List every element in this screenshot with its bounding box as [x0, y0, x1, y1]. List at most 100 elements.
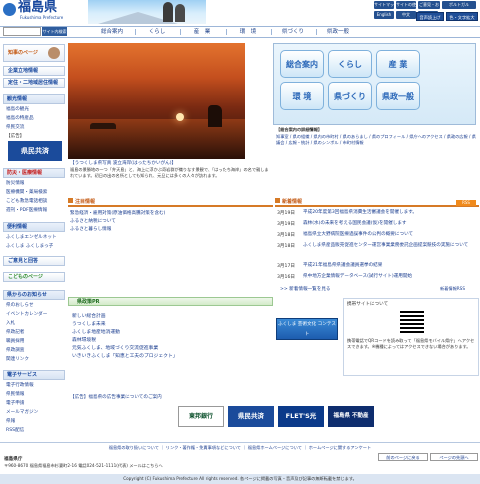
hero-caption: 【うつくしま県写真 波立海岸(はったちかいがん)】	[70, 161, 177, 166]
sidebar-item-mailmag[interactable]: メールマガジン	[6, 409, 38, 415]
sidebar-item-press[interactable]: 県政記者	[6, 329, 24, 335]
news-icon	[275, 198, 280, 203]
logo-text[interactable]: 福島県	[18, 1, 57, 15]
sidebar-item-rss[interactable]: RSS配信	[6, 427, 24, 433]
tile-environment[interactable]: 環 境	[280, 82, 324, 110]
news-rss-link[interactable]: 新着情報RSS	[440, 286, 465, 292]
site-usage-link[interactable]: サイトの使い方	[396, 1, 416, 15]
mobile-title: 携帯サイトについて	[347, 302, 389, 307]
pr-item[interactable]: 元気ふくしま、地域づくり交流促進事業	[72, 344, 158, 351]
rss-badge[interactable]: RSS	[456, 200, 476, 206]
sidebar-item-bids[interactable]: 入札	[6, 320, 15, 326]
news-date: 3月19日	[277, 222, 295, 227]
kids-page-link[interactable]: こどものページ	[3, 272, 65, 282]
news-link[interactable]: 平成21年福島県県議会議員選挙の結果	[303, 263, 479, 269]
nav-administration[interactable]: 県政一般	[318, 27, 358, 37]
sidebar-item-e-apply[interactable]: 電子申請	[6, 400, 24, 406]
ad-flets[interactable]: FLET'S光	[278, 406, 324, 427]
pr-item[interactable]: 森林環境税	[72, 336, 96, 343]
pr-item[interactable]: ふくしま地産地消運動	[72, 328, 120, 335]
news-link[interactable]: 県中地方企業情報データベース(試行サイト)運用開始	[303, 274, 479, 280]
tile-general[interactable]: 総合案内	[280, 50, 324, 78]
nav-industry[interactable]: 産 業	[182, 27, 222, 37]
footer-links[interactable]: 福島県の取り扱いについて ｜ リンク・著作権・免責事項などについて ｜ 福島県ホ…	[0, 442, 480, 451]
search-button[interactable]: サイト内検索	[42, 27, 67, 36]
nav-general[interactable]: 総合案内	[92, 27, 132, 37]
news-link[interactable]: 平成20年度第3回福島県消費生活審議会を開催します。	[303, 210, 479, 216]
tile-administration[interactable]: 県政一般	[376, 82, 420, 110]
governor-page-link[interactable]: 知事のページ	[3, 44, 65, 62]
notice-item[interactable]: ふるさと納税について	[70, 218, 116, 224]
nav-prefecture-building[interactable]: 県づくり	[273, 27, 313, 37]
footer-address: 〒960-8670 福島県福島市杉妻町2-16 電話024-521-1111(代…	[4, 463, 163, 468]
sidebar-item-events[interactable]: イベントカレンダー	[6, 311, 47, 317]
sidebar-item-angel-net[interactable]: ふくしまエンゼルネット	[6, 234, 57, 240]
hero-description: 福島の景勝地の一つ「弁天島」と、海上に浮かぶ奇岩群が織りなす景観で、「はったち海…	[70, 167, 269, 178]
search-input[interactable]	[3, 27, 41, 36]
governor-avatar	[48, 47, 60, 59]
sitemap-link[interactable]: サイトマップ	[374, 1, 394, 15]
sidebar-item-fukushimakko[interactable]: ふくしま ふくしまっ子	[6, 243, 53, 249]
sidebar-item-recruit[interactable]: 職員採用	[6, 338, 24, 344]
nav-environment[interactable]: 環 境	[228, 27, 268, 37]
sidebar-item-specialty[interactable]: 福島の特産品	[6, 115, 34, 121]
news-date: 3月18日	[277, 233, 295, 238]
chinese-link[interactable]: 中文	[396, 11, 416, 19]
settlement-info-link[interactable]: 定住・二地域居住情報	[3, 78, 65, 88]
notice-section-title: 注目情報	[68, 198, 273, 207]
ad-real-estate[interactable]: 福島県 不動産	[328, 406, 374, 427]
business-location-link[interactable]: 企業立地情報	[3, 66, 65, 76]
sidebar-item-exchange[interactable]: 県民交流	[6, 124, 24, 130]
sidebar-item-child-emergency[interactable]: こども救急電話相談	[6, 198, 47, 204]
news-date: 3月16日	[277, 275, 295, 280]
ad-kenmin-kyosai[interactable]: 県民共済	[228, 406, 274, 427]
portuguese-link[interactable]: ポルトガル	[442, 1, 476, 9]
art-contest-banner[interactable]: ふくしま 芸術文化 コンテスト	[276, 318, 338, 340]
tile-industry[interactable]: 産 業	[376, 50, 420, 78]
sidebar-item-links[interactable]: 関連リンク	[6, 356, 29, 362]
news-link[interactable]: ふくしま県産品販売促進センター運営事業業務委託企画提案競技の実施について	[303, 243, 479, 249]
kenmin-kyosai-ad[interactable]: 県民共済	[8, 141, 62, 161]
tile-life[interactable]: くらし	[328, 50, 372, 78]
sidebar-item-disaster[interactable]: 防災情報	[6, 180, 24, 186]
tourism-heading: 観光情報	[3, 94, 65, 104]
sidebar-item-e-admin[interactable]: 電子行政情報	[6, 382, 34, 388]
pr-item[interactable]: うつくしま未来	[72, 320, 106, 327]
ad-toho-bank[interactable]: 東邦銀行	[178, 406, 224, 427]
page-top-button[interactable]: ページの先頭へ	[430, 453, 478, 461]
voice-reading-button[interactable]: 音声読上げ	[416, 12, 444, 21]
ads-label[interactable]: 【広告】福島県の広告事業についてのご案内	[70, 394, 162, 400]
logo-subtitle: Fukushima Prefecture	[20, 15, 64, 20]
tile-prefecture-building[interactable]: 県づくり	[328, 82, 372, 110]
general-links[interactable]: 知事室 / 県の組織 / 県内の市町村 / 県のあらまし / 県のプロフィール …	[276, 134, 476, 146]
sidebar-item-medical-search[interactable]: 医療機関・薬局検索	[6, 189, 47, 195]
sidebar-item-gazette[interactable]: 県報	[6, 418, 15, 424]
news-more-link[interactable]: >> 新着情報一覧を見る	[280, 286, 331, 292]
qr-code-icon	[400, 309, 424, 333]
pr-section-title: 県政策PR	[68, 297, 273, 306]
sidebar-item-survey[interactable]: 県政調査	[6, 347, 24, 353]
sidebar-item-tourism[interactable]: 福島の観光	[6, 106, 29, 112]
inquiry-link[interactable]: ご意見・お問合せ	[418, 1, 440, 15]
governor-label: 知事のページ	[8, 50, 38, 56]
english-link[interactable]: English	[374, 11, 394, 19]
news-link[interactable]: 福島県立大野病院医療過誤事件の公判の概要について	[303, 232, 479, 238]
text-enlarge-button[interactable]: 色・文字拡大	[446, 12, 478, 21]
news-date: 3月17日	[277, 264, 295, 269]
eservice-heading: 電子サービス	[3, 370, 65, 380]
pr-item[interactable]: いきいきふくしま「知恵と工夫のプロジェクト」	[72, 352, 178, 359]
sidebar-item-notice[interactable]: 県のおしらせ	[6, 302, 33, 308]
notice-heading: 県からのお知らせ	[3, 290, 65, 300]
footer-address-title: 福島県庁	[4, 457, 23, 462]
opinion-link[interactable]: ご意見と回答	[3, 256, 65, 266]
pr-item[interactable]: 新しい総合計画	[72, 312, 106, 319]
governor-header-photo	[88, 0, 206, 24]
sidebar-item-weekly-medical[interactable]: 週刊・PDF医療情報	[6, 207, 47, 213]
news-link[interactable]: 森林(水)の未来を考える国民会議(仮)を開催します	[303, 221, 479, 227]
back-button[interactable]: 前のページに戻る	[378, 453, 428, 461]
notice-item[interactable]: ふるさと暮らし情報	[70, 226, 111, 232]
sidebar-item-info[interactable]: 県民情報	[6, 391, 24, 397]
nav-life[interactable]: くらし	[137, 27, 177, 37]
notice-item[interactable]: 緊急経済・雇用対策(原油価格高騰対策を含む)	[70, 210, 165, 216]
prefecture-logo-icon[interactable]	[3, 3, 16, 16]
